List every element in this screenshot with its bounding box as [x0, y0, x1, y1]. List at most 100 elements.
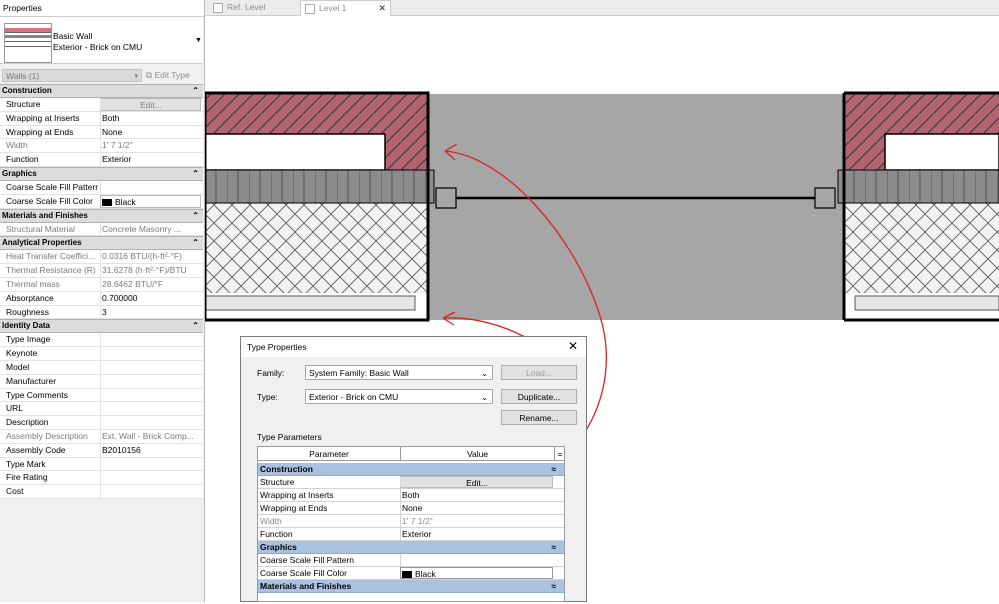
collapse-icon[interactable]: ⌃	[192, 85, 199, 97]
parameter-group-header[interactable]: Graphics ≈	[258, 541, 564, 554]
collapse-icon[interactable]: ⌃	[192, 168, 199, 180]
property-row[interactable]: Keynote	[0, 347, 203, 361]
parameter-group-header[interactable]: Materials and Finishes ≈	[258, 580, 564, 593]
type-select[interactable]: Exterior - Brick on CMU ⌄	[305, 389, 493, 404]
property-group-header[interactable]: Materials and Finishes ⌃	[0, 208, 203, 223]
property-value[interactable]: 0.0316 BTU/(h·ft²·°F)	[100, 250, 203, 264]
parameter-row[interactable]: Wrapping at Ends None	[258, 502, 564, 515]
tab-level-1[interactable]: Level 1 ✕	[300, 0, 391, 16]
group-label: Construction	[2, 86, 52, 95]
edit-type-button[interactable]: ⧉ Edit Type	[146, 69, 190, 82]
property-row[interactable]: Type Mark	[0, 457, 203, 472]
parameter-value[interactable]: Both	[400, 489, 553, 501]
property-row[interactable]: Type Image	[0, 333, 203, 348]
property-value[interactable]: 0.700000	[100, 291, 203, 305]
property-row[interactable]: Model	[0, 360, 203, 375]
property-value[interactable]	[100, 333, 203, 347]
property-value[interactable]: Exterior	[100, 153, 203, 166]
property-row[interactable]: Wrapping at Ends None	[0, 125, 203, 140]
property-row[interactable]: Structural Material Concrete Masonry ...	[0, 222, 203, 237]
rename-button[interactable]: Rename...	[501, 410, 577, 425]
group-label: Construction	[260, 464, 313, 474]
property-row[interactable]: URL	[0, 402, 203, 417]
parameter-row[interactable]: Function Exterior	[258, 528, 564, 541]
tab-ref-level[interactable]: Ref. Level	[209, 0, 303, 15]
collapse-icon[interactable]: ⌃	[192, 320, 199, 332]
parameter-value[interactable]	[400, 554, 553, 566]
parameter-value[interactable]: None	[400, 502, 553, 514]
property-value[interactable]: Concrete Masonry ...	[100, 222, 203, 236]
parameter-row[interactable]: Width 1' 7 1/2"	[258, 515, 564, 528]
property-row[interactable]: Roughness 3	[0, 305, 203, 320]
collapse-icon[interactable]: ⌃	[192, 210, 199, 222]
column-header-value[interactable]: Value	[401, 447, 555, 461]
property-value[interactable]	[100, 402, 203, 416]
edit-structure-button[interactable]: Edit...	[400, 476, 553, 488]
duplicate-button[interactable]: Duplicate...	[501, 389, 577, 404]
property-value[interactable]: 1' 7 1/2"	[100, 139, 203, 153]
edit-structure-button[interactable]: Edit...	[100, 98, 201, 111]
property-group-header[interactable]: Analytical Properties ⌃	[0, 236, 203, 251]
property-group-header[interactable]: Construction ⌃	[0, 84, 203, 98]
property-label: Heat Transfer Coeffici...	[6, 251, 96, 262]
property-value[interactable]: 3	[100, 305, 203, 319]
property-row[interactable]: Type Comments	[0, 388, 203, 403]
property-value[interactable]: None	[100, 125, 203, 139]
family-select[interactable]: System Family: Basic Wall ⌄	[305, 365, 493, 380]
property-value[interactable]: Ext. Wall - Brick Comp...	[100, 429, 203, 443]
property-value[interactable]	[100, 347, 203, 360]
collapse-icon[interactable]: ⌃	[192, 237, 199, 249]
property-value[interactable]: B2010156	[100, 443, 203, 457]
property-value[interactable]	[100, 416, 203, 429]
parameter-row[interactable]: Coarse Scale Fill Color Black	[258, 567, 564, 580]
parameter-value[interactable]: 1' 7 1/2"	[400, 515, 553, 527]
property-row[interactable]: Cost	[0, 485, 203, 499]
property-value[interactable]	[100, 471, 203, 485]
property-row[interactable]: Structure Edit...	[0, 98, 203, 112]
parameter-row[interactable]: Structure Edit...	[258, 476, 564, 489]
property-group-header[interactable]: Identity Data ⌃	[0, 319, 203, 334]
parameter-row[interactable]: Coarse Scale Fill Pattern	[258, 554, 564, 567]
collapse-icon[interactable]: ≈	[551, 541, 556, 554]
property-group-header[interactable]: Graphics ⌃	[0, 166, 203, 181]
load-button[interactable]: Load...	[501, 365, 577, 380]
property-row[interactable]: Manufacturer	[0, 374, 203, 389]
property-value[interactable]: Both	[100, 111, 203, 125]
collapse-icon[interactable]: ≈	[551, 463, 556, 476]
collapse-icon[interactable]: ≈	[551, 580, 556, 593]
property-value[interactable]	[100, 360, 203, 374]
property-value[interactable]	[100, 180, 203, 194]
property-row[interactable]: Width 1' 7 1/2"	[0, 139, 203, 154]
property-value[interactable]: 28.6462 BTU/°F	[100, 277, 203, 291]
property-row[interactable]: Thermal Resistance (R) 31.6278 (h·ft²·°F)…	[0, 264, 203, 278]
column-header-formula[interactable]: =	[555, 447, 564, 461]
property-value[interactable]: 31.6278 (h·ft²·°F)/BTU	[100, 264, 203, 277]
close-icon[interactable]: ✕	[568, 339, 578, 353]
property-row[interactable]: Heat Transfer Coeffici... 0.0316 BTU/(h·f…	[0, 250, 203, 265]
property-row[interactable]: Coarse Scale Fill Pattern	[0, 180, 203, 195]
property-value[interactable]: Black	[100, 194, 201, 208]
instance-filter-select[interactable]: Walls (1) ▾	[2, 69, 142, 82]
property-row[interactable]: Function Exterior	[0, 153, 203, 167]
property-row[interactable]: Wrapping at Inserts Both	[0, 111, 203, 126]
parameter-value[interactable]: Exterior	[400, 528, 553, 540]
property-value[interactable]	[100, 374, 203, 388]
property-value[interactable]	[100, 457, 203, 471]
close-icon[interactable]: ✕	[378, 1, 386, 16]
property-row[interactable]: Assembly Code B2010156	[0, 443, 203, 458]
parameter-value[interactable]: Black	[400, 567, 553, 579]
property-row[interactable]: Absorptance 0.700000	[0, 291, 203, 306]
property-row[interactable]: Description	[0, 416, 203, 430]
property-row[interactable]: Coarse Scale Fill Color Black	[0, 194, 203, 209]
parameter-group-header[interactable]: Construction ≈	[258, 463, 564, 476]
property-value[interactable]	[100, 388, 203, 402]
property-row[interactable]: Fire Rating	[0, 471, 203, 486]
parameter-row[interactable]: Wrapping at Inserts Both	[258, 489, 564, 502]
column-header-parameter[interactable]: Parameter	[258, 447, 401, 461]
property-label: Keynote	[6, 348, 38, 359]
type-selector[interactable]: Basic Wall Exterior - Brick on CMU ▼	[0, 17, 203, 64]
chevron-down-icon[interactable]: ▼	[195, 37, 202, 44]
property-value[interactable]	[100, 485, 203, 498]
property-row[interactable]: Thermal mass 28.6462 BTU/°F	[0, 277, 203, 292]
property-row[interactable]: Assembly Description Ext. Wall - Brick Co…	[0, 429, 203, 444]
